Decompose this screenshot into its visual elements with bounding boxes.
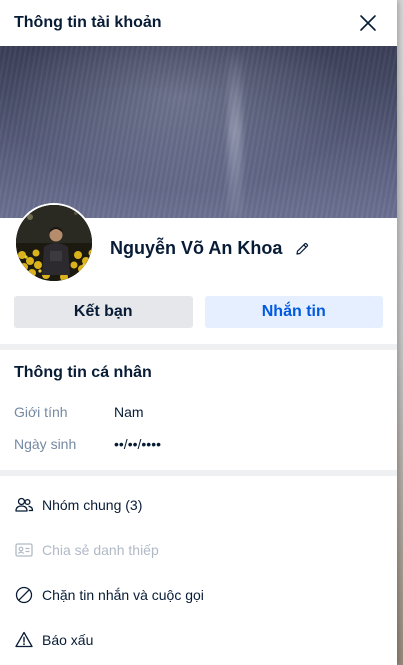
info-row-gender: Giới tính Nam: [14, 396, 383, 428]
birthday-value: ••/••/••••: [114, 436, 161, 452]
avatar[interactable]: [14, 203, 94, 283]
common-groups-item[interactable]: Nhóm chung (3): [0, 482, 397, 527]
edit-name-button[interactable]: [294, 240, 312, 258]
profile-name: Nguyễn Võ An Khoa: [110, 238, 283, 258]
common-groups-label: Nhóm chung (3): [42, 496, 143, 513]
modal-header: Thông tin tài khoản: [0, 0, 397, 46]
birthday-label: Ngày sinh: [14, 436, 77, 452]
avatar-image: [16, 205, 92, 281]
group-icon: [14, 495, 34, 515]
info-row-birthday: Ngày sinh ••/••/••••: [14, 428, 383, 460]
report-item[interactable]: Báo xấu: [0, 617, 397, 662]
modal-title: Thông tin tài khoản: [14, 14, 162, 31]
block-messages-calls-label: Chặn tin nhắn và cuộc gọi: [42, 586, 204, 603]
message-button[interactable]: Nhắn tin: [204, 296, 383, 328]
profile-row: Nguyễn Võ An Khoa: [0, 203, 397, 288]
close-button[interactable]: [355, 10, 381, 36]
options-menu: Nhóm chung (3) Chia sẻ danh thiếp Chặn t…: [0, 476, 397, 662]
gender-value: Nam: [114, 404, 144, 420]
name-wrap: Nguyễn Võ An Khoa: [110, 238, 312, 259]
personal-info-title: Thông tin cá nhân: [14, 364, 152, 381]
block-icon: [14, 585, 34, 605]
contact-card-icon: [14, 540, 34, 560]
warning-icon: [14, 630, 34, 650]
share-contact-card-label: Chia sẻ danh thiếp: [42, 541, 159, 558]
personal-info-section: Thông tin cá nhân Giới tính Nam Ngày sin…: [0, 350, 397, 470]
background-strip: [397, 0, 403, 665]
share-contact-card-item: Chia sẻ danh thiếp: [0, 527, 397, 572]
block-messages-calls-item[interactable]: Chặn tin nhắn và cuộc gọi: [0, 572, 397, 617]
add-friend-button[interactable]: Kết bạn: [14, 296, 193, 328]
account-info-modal: Thông tin tài khoản Nguyễn Võ An Khoa Kế…: [0, 0, 397, 665]
report-label: Báo xấu: [42, 631, 94, 648]
close-icon: [360, 15, 376, 31]
pencil-icon: [296, 242, 309, 255]
cover-photo[interactable]: [0, 46, 397, 218]
action-buttons: Kết bạn Nhắn tin: [0, 288, 397, 344]
gender-label: Giới tính: [14, 404, 68, 420]
